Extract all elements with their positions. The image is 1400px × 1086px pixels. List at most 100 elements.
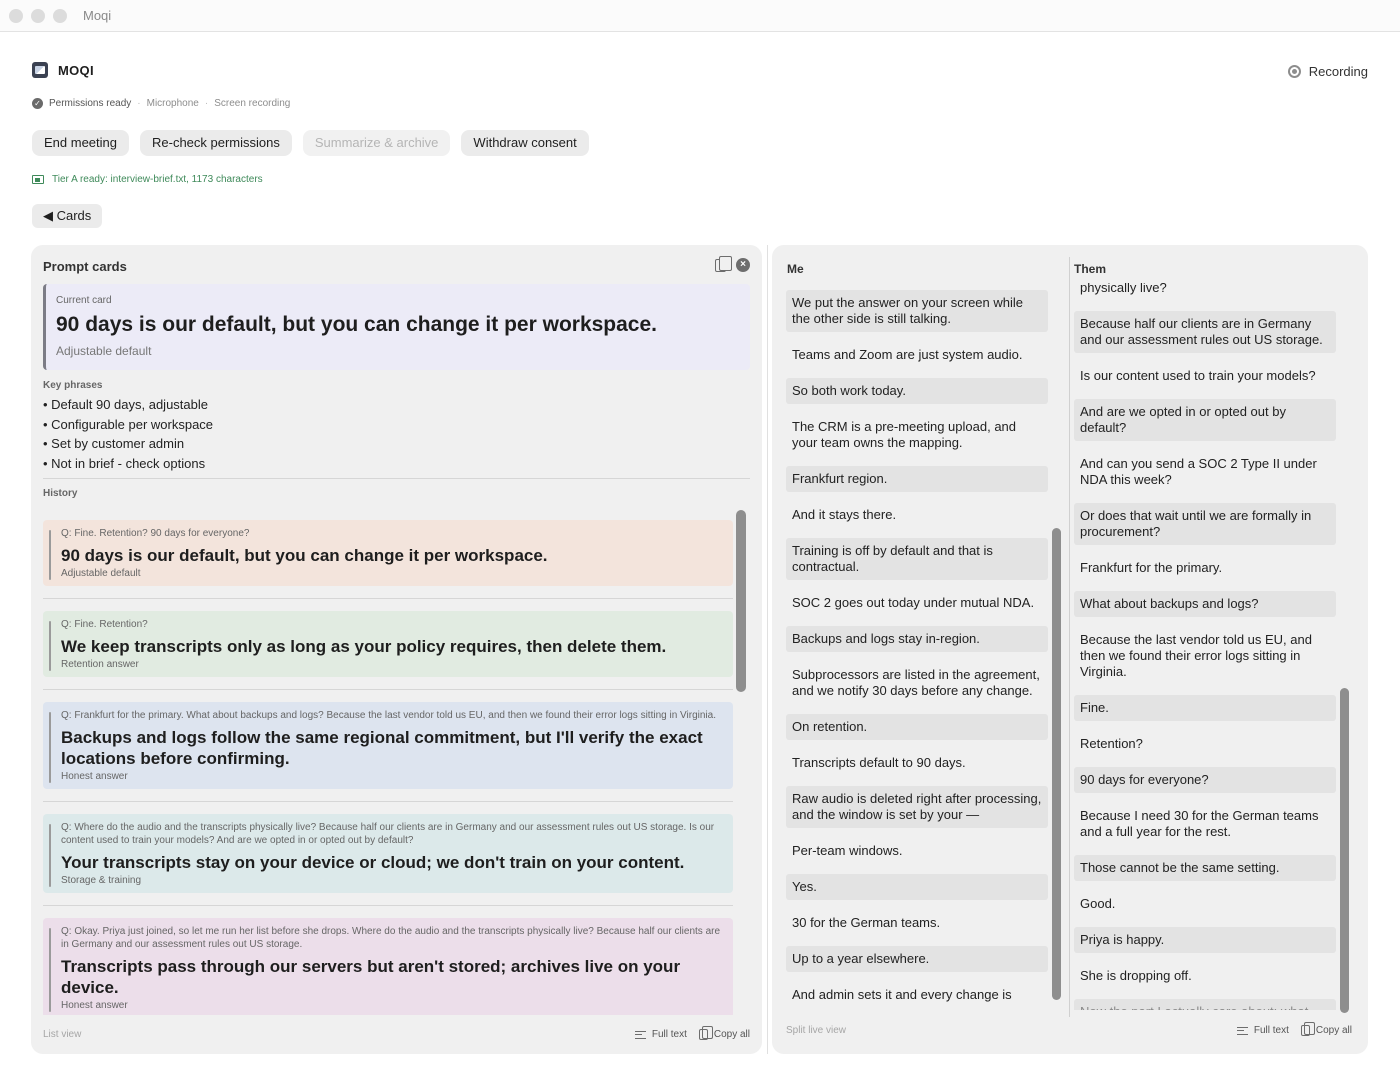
me-utterance: SOC 2 goes out today under mutual NDA. [792, 595, 1035, 610]
me-utterance: Per-team windows. [792, 843, 903, 858]
close-window-button[interactable] [9, 9, 23, 23]
me-scrollbar[interactable] [1052, 528, 1061, 1000]
history-tag: Adjustable default [61, 568, 141, 579]
app-name: MOQI [58, 62, 94, 78]
prompt-panel-footer: List view Full text Copy all [43, 1026, 750, 1045]
prompt-cards-panel: Prompt cards × Current card 90 days is o… [31, 245, 762, 1054]
tier-status-text: Tier A ready: interview-brief.txt, 1173 … [52, 174, 263, 185]
recording-indicator: Recording [1287, 64, 1368, 79]
history-card[interactable]: Q: Okay. Priya just joined, so let me ru… [43, 918, 733, 1015]
copy-all-label: Copy all [1315, 1025, 1352, 1036]
history-scrollbar[interactable] [736, 510, 746, 692]
permissions-ready-label: Permissions ready [49, 98, 132, 109]
history-answer: 90 days is our default, but you can chan… [61, 546, 548, 565]
cards-toggle-button[interactable]: ◀ Cards [32, 204, 103, 228]
screen-recording-status: Screen recording [214, 98, 291, 109]
me-utterance: Subprocessors are listed in the agreemen… [792, 667, 1040, 698]
me-utterance: Backups and logs stay in-region. [786, 626, 1048, 652]
history-tag: Honest answer [61, 771, 128, 782]
them-utterance: Or does that wait until we are formally … [1074, 503, 1336, 545]
window-title: Moqi [83, 8, 112, 23]
them-utterance: Frankfurt for the primary. [1080, 560, 1223, 575]
them-utterance: Because half our clients are in Germany … [1074, 311, 1336, 353]
history-card[interactable]: Q: Fine. Retention? We keep transcripts … [43, 611, 733, 677]
key-phrase: • Configurable per workspace [43, 416, 214, 432]
copy-all-button[interactable]: Copy all [698, 1026, 750, 1040]
me-utterance: Training is off by default and that is c… [786, 538, 1048, 580]
close-icon[interactable]: × [736, 258, 750, 272]
history-list[interactable]: Q: Fine. Retention? 90 days for everyone… [43, 520, 735, 1015]
me-utterance: Teams and Zoom are just system audio. [792, 347, 1023, 362]
live-transcript-panel: Me Them We put the answer on your screen… [772, 245, 1368, 1054]
history-answer: Backups and logs follow the same regiona… [61, 728, 703, 768]
current-card-label: Current card [56, 295, 112, 306]
minimize-window-button[interactable] [31, 9, 45, 23]
history-card[interactable]: Q: Where do the audio and the transcript… [43, 814, 733, 893]
them-transcript-list[interactable]: physically live? Because half our clients… [1074, 283, 1336, 1010]
current-card: Current card 90 days is our default, but… [43, 284, 750, 370]
them-utterance: Retention? [1080, 736, 1143, 751]
history-card[interactable]: Q: Fine. Retention? 90 days for everyone… [43, 520, 733, 586]
current-card-subtitle: Adjustable default [56, 344, 152, 358]
text-lines-icon [634, 1030, 646, 1039]
history-question: Q: Where do the audio and the transcript… [61, 822, 715, 846]
copy-icon[interactable] [715, 255, 732, 272]
me-utterance: So both work today. [786, 378, 1048, 404]
them-utterance: 90 days for everyone? [1074, 767, 1336, 793]
them-utterance: Those cannot be the same setting. [1074, 855, 1336, 881]
full-text-button[interactable]: Full text [634, 1029, 687, 1040]
key-phrases-list: • Default 90 days, adjustable • Configur… [43, 395, 213, 474]
me-utterance: And it stays there. [792, 507, 897, 522]
them-utterance: Priya is happy. [1074, 927, 1336, 953]
them-scrollbar[interactable] [1340, 688, 1349, 1013]
history-label: History [43, 488, 78, 499]
history-answer: Your transcripts stay on your device or … [61, 853, 685, 872]
recording-label: Recording [1308, 64, 1368, 79]
full-text-label: Full text [1253, 1025, 1289, 1036]
recording-icon [1287, 65, 1301, 78]
column-divider [1069, 257, 1070, 1017]
divider [43, 478, 750, 479]
document-card-icon [32, 175, 44, 184]
view-mode-label: Split live view [786, 1025, 847, 1036]
end-meeting-button[interactable]: End meeting [32, 130, 129, 156]
recheck-permissions-button[interactable]: Re-check permissions [140, 130, 292, 156]
me-utterance: On retention. [786, 714, 1048, 740]
panel-resize-handle[interactable] [767, 245, 768, 1054]
me-transcript-list[interactable]: We put the answer on your screen while t… [786, 290, 1048, 1005]
them-utterance: Is our content used to train your models… [1080, 368, 1316, 383]
me-utterance: We put the answer on your screen while t… [786, 290, 1048, 332]
them-utterance: She is dropping off. [1080, 968, 1192, 983]
history-card[interactable]: Q: Frankfurt for the primary. What about… [43, 702, 733, 789]
history-question: Q: Okay. Priya just joined, so let me ru… [61, 926, 721, 950]
them-utterance: Fine. [1074, 695, 1336, 721]
copy-all-button[interactable]: Copy all [1300, 1022, 1352, 1036]
summarize-archive-button[interactable]: Summarize & archive [302, 130, 451, 156]
divider [43, 905, 733, 906]
me-column-header: Me [787, 262, 804, 276]
them-column-header: Them [1074, 262, 1107, 276]
view-mode-label: List view [43, 1029, 82, 1040]
copy-icon [698, 1026, 713, 1040]
divider [43, 689, 733, 690]
full-text-button[interactable]: Full text [1236, 1025, 1289, 1036]
me-utterance: Transcripts default to 90 days. [792, 755, 966, 770]
me-utterance: The CRM is a pre-meeting upload, and you… [792, 419, 1017, 450]
me-utterance: Frankfurt region. [786, 466, 1048, 492]
me-utterance: 30 for the German teams. [792, 915, 941, 930]
them-utterance: Now the part I actually care about: what… [1074, 999, 1336, 1010]
me-utterance: And admin sets it and every change is lo… [792, 987, 1012, 1005]
them-utterance: Because I need 30 for the German teams a… [1080, 808, 1319, 839]
me-utterance: Raw audio is deleted right after process… [786, 786, 1048, 828]
history-question: Q: Fine. Retention? [61, 619, 148, 630]
zoom-window-button[interactable] [53, 9, 67, 23]
app-header: MOQI [32, 62, 94, 78]
app-logo-icon [32, 62, 48, 78]
withdraw-consent-button[interactable]: Withdraw consent [461, 130, 589, 156]
them-utterance: Good. [1080, 896, 1116, 911]
divider [43, 598, 733, 599]
me-utterance: Yes. [786, 874, 1048, 900]
separator: · [204, 98, 209, 109]
window-titlebar: Moqi [0, 0, 1400, 32]
tier-status: Tier A ready: interview-brief.txt, 1173 … [32, 174, 263, 185]
